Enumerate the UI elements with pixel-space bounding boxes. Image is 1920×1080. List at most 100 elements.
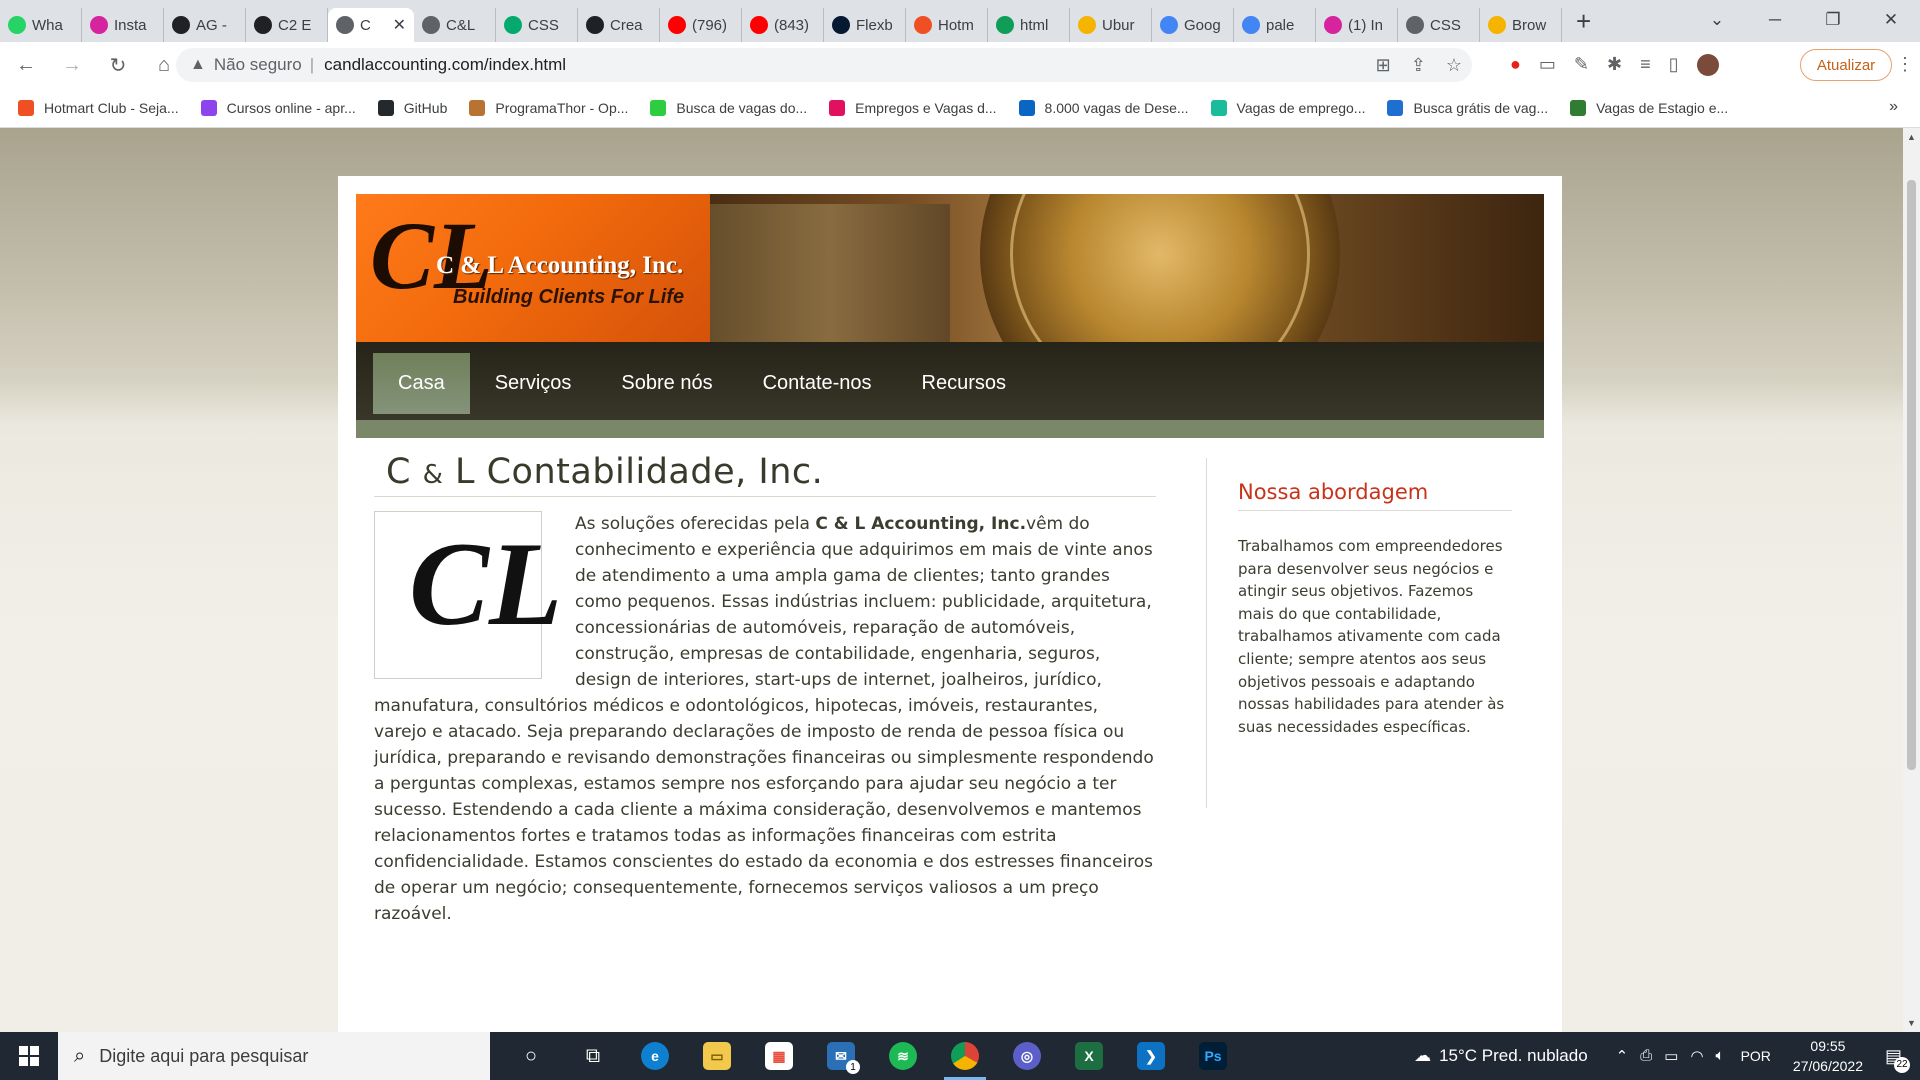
bookmark-item[interactable]: GitHub [377,99,447,116]
scrollbar-thumb[interactable] [1907,180,1916,770]
security-label[interactable]: Não seguro [214,55,302,75]
eyedropper-icon[interactable]: ✎ [1574,54,1589,76]
mail-icon[interactable]: ✉ 1 [810,1032,872,1080]
device-icon[interactable]: ⎙ [1640,1047,1652,1065]
chevron-up-icon[interactable]: ⌃ [1616,1047,1629,1065]
clock[interactable]: 09:55 27/06/2022 [1793,1036,1863,1076]
bookmark-favicon-icon [1018,99,1035,116]
update-button[interactable]: Atualizar [1800,49,1892,81]
notification-badge: 22 [1894,1056,1910,1073]
browser-tab[interactable]: Hotm [906,8,988,42]
bookmark-item[interactable]: Cursos online - apr... [200,99,356,116]
weather-widget[interactable]: ☁ 15°C Pred. nublado [1414,1046,1588,1066]
sheet-icon [996,16,1014,34]
bookmark-item[interactable]: Hotmart Club - Seja... [18,99,179,116]
taskbar-search[interactable]: ⌕ Digite aqui para pesquisar [58,1032,490,1080]
back-button[interactable]: ← [6,54,46,77]
bookmark-star-icon[interactable]: ☆ [1446,55,1462,76]
task-view-icon[interactable]: ⧉ [562,1032,624,1080]
scroll-up-arrow-icon[interactable]: ▲ [1907,132,1916,142]
browser-tab[interactable]: Flexb [824,8,906,42]
nav-item[interactable]: Serviços [470,353,597,414]
excel-icon[interactable]: X [1058,1032,1120,1080]
side-panel-icon[interactable]: ▯ [1669,54,1679,76]
menu-icon[interactable]: ⋮ [1896,54,1914,75]
bookmark-item[interactable]: Vagas de Estagio e... [1570,99,1728,116]
chevron-more-icon[interactable]: » [1889,98,1898,116]
language-indicator[interactable]: POR [1741,1048,1771,1064]
share-icon[interactable]: ⇪ [1411,55,1426,76]
hotmart-icon [914,16,932,34]
browser-tab[interactable]: (796) [660,8,742,42]
browser-tab[interactable]: C&L [414,8,496,42]
store-icon[interactable]: ▦ [748,1032,810,1080]
volume-icon[interactable]: 🔈︎ [1716,1047,1725,1065]
bookmark-item[interactable]: Empregos e Vagas d... [829,99,997,116]
clock-date: 27/06/2022 [1792,1058,1863,1074]
browser-tab[interactable]: Insta [82,8,164,42]
browser-tab[interactable]: CSS [1398,8,1480,42]
bookmark-item[interactable]: Vagas de emprego... [1210,99,1365,116]
address-bar[interactable]: ▲ Não seguro | candlaccounting.com/index… [176,48,1472,82]
nav-item[interactable]: Sobre nós [596,353,737,414]
spotify-icon[interactable]: ≋ [872,1032,934,1080]
nav-strip [356,420,1544,438]
cortana-icon[interactable]: ○ [500,1032,562,1080]
wifi-icon[interactable]: ◠ [1690,1047,1703,1065]
nav-item[interactable]: Casa [373,353,470,414]
browser-tab[interactable]: CSS [496,8,578,42]
scrollbar[interactable]: ▲ ▼ [1903,128,1920,1032]
warning-icon[interactable]: ▲ [190,56,206,74]
screen-cast-icon[interactable]: ▭ [1539,54,1556,76]
browser-tab[interactable]: C2 E [246,8,328,42]
google-icon [1242,16,1260,34]
reload-button[interactable]: ↻ [98,53,138,78]
forward-button[interactable]: → [52,54,92,77]
bookmark-item[interactable]: 8.000 vagas de Dese... [1018,99,1189,116]
nav-item[interactable]: Recursos [897,353,1031,414]
browser-tab[interactable]: Brow [1480,8,1562,42]
puzzle-icon[interactable]: ✱ [1607,54,1622,76]
bookmark-item[interactable]: Busca grátis de vag... [1387,99,1548,116]
chrome-profile-icon[interactable]: ◎ [996,1032,1058,1080]
search-icon: ⌕ [74,1044,86,1067]
codepen-icon [586,16,604,34]
tab-label: (1) In [1348,16,1384,34]
youtube-extension-icon[interactable]: ● [1510,54,1521,76]
close-tab-icon[interactable]: ✕ [393,15,406,35]
vscode-icon[interactable]: ❯ [1120,1032,1182,1080]
browser-tab[interactable]: C ✕ [328,8,414,42]
media-queue-icon[interactable]: ≡ [1640,54,1651,76]
browser-tab[interactable]: pale [1234,8,1316,42]
windows-start-button[interactable] [0,1032,58,1080]
bookmark-item[interactable]: Busca de vagas do... [650,99,807,116]
tab-search-icon[interactable]: ⌄ [1688,10,1746,30]
new-tab-button[interactable]: + [1576,6,1591,37]
close-window-button[interactable]: ✕ [1862,10,1920,30]
browser-tab[interactable]: Crea [578,8,660,42]
compass-ring [1010,194,1310,342]
browser-tab[interactable]: Goog [1152,8,1234,42]
edge-icon[interactable]: e [624,1032,686,1080]
browser-tab[interactable]: AG - [164,8,246,42]
notification-icon[interactable]: ▤ 22 [1885,1046,1910,1073]
minimize-button[interactable]: ─ [1746,10,1804,30]
browser-tab[interactable]: Ubur [1070,8,1152,42]
translate-icon[interactable]: ⊞ [1376,55,1391,76]
page-title: C & L Contabilidade, Inc. [374,452,1156,497]
browser-tab[interactable]: Wha [0,8,82,42]
scroll-down-arrow-icon[interactable]: ▼ [1907,1018,1916,1028]
maximize-button[interactable]: ❐ [1804,10,1862,30]
url-text[interactable]: candlaccounting.com/index.html [324,55,566,75]
nav-item[interactable]: Contate-nos [738,353,897,414]
browser-tab[interactable]: (843) [742,8,824,42]
file-explorer-icon[interactable]: ▭ [686,1032,748,1080]
browser-tab[interactable]: html [988,8,1070,42]
avatar[interactable] [1696,54,1719,76]
battery-icon[interactable]: ▭ [1664,1047,1678,1065]
photoshop-icon[interactable]: Ps [1182,1032,1244,1080]
logo-area[interactable]: CL C & L Accounting, Inc. Building Clien… [356,194,710,342]
bookmark-item[interactable]: ProgramaThor - Op... [469,99,628,116]
browser-tab[interactable]: (1) In [1316,8,1398,42]
chrome-icon[interactable] [934,1032,996,1080]
